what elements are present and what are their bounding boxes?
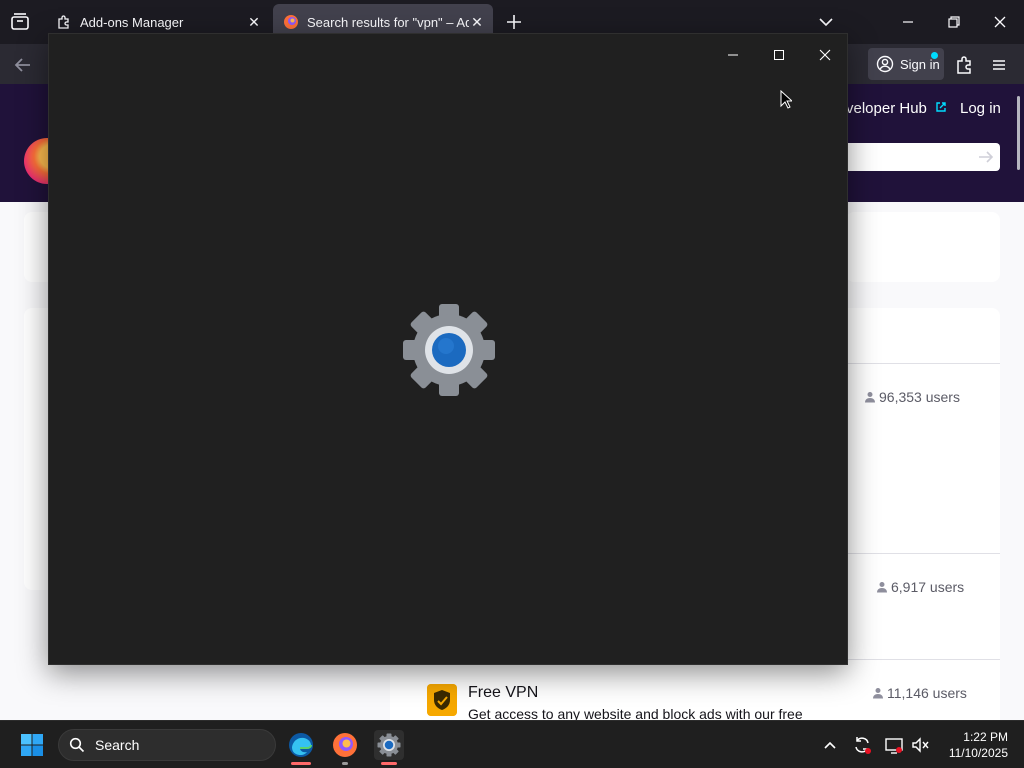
- close-icon[interactable]: [810, 40, 840, 70]
- account-icon: [876, 55, 894, 73]
- settings-app-window[interactable]: [48, 33, 848, 665]
- minimize-icon[interactable]: [896, 10, 920, 34]
- windows-taskbar: Search 1:22 PM 11/10/2025: [0, 720, 1024, 768]
- user-icon: [877, 582, 887, 593]
- taskbar-firefox[interactable]: [330, 730, 360, 765]
- clock-time: 1:22 PM: [963, 730, 1008, 744]
- developer-hub-link[interactable]: veloper Hub: [846, 100, 947, 117]
- user-icon: [873, 688, 883, 699]
- settings-gear-icon: [403, 304, 495, 396]
- sync-icon[interactable]: [852, 735, 872, 755]
- settings-gear-icon: [377, 733, 401, 757]
- restore-icon[interactable]: [942, 10, 966, 34]
- result-user-count: 6,917 users: [876, 579, 964, 595]
- firefox-icon: [333, 733, 357, 757]
- taskbar-clock[interactable]: 1:22 PM 11/10/2025: [940, 729, 1008, 761]
- vpn-shield-icon[interactable]: [427, 684, 457, 716]
- extensions-puzzle-icon[interactable]: [954, 54, 976, 76]
- user-icon: [865, 392, 875, 403]
- notification-dot: [931, 52, 938, 59]
- edge-icon: [289, 733, 313, 757]
- results-header-card: [846, 212, 1000, 282]
- page-scrollbar[interactable]: [1017, 96, 1020, 170]
- mouse-cursor-icon: [780, 90, 792, 109]
- app-indicator: [342, 762, 348, 765]
- search-label: Search: [95, 737, 140, 753]
- result-user-count: 96,353 users: [864, 389, 960, 405]
- back-arrow-icon[interactable]: [12, 54, 34, 76]
- chevron-up-icon[interactable]: [820, 735, 840, 755]
- result-title-link[interactable]: Free VPN: [468, 684, 538, 702]
- chevron-down-icon[interactable]: [816, 12, 836, 32]
- close-window-icon[interactable]: [988, 10, 1012, 34]
- close-tab-icon[interactable]: ✕: [246, 14, 262, 30]
- result-user-count: 11,146 users: [872, 685, 967, 701]
- puzzle-icon: [58, 15, 69, 29]
- taskbar-settings[interactable]: [374, 730, 404, 765]
- external-link-icon: [936, 102, 946, 112]
- arrow-right-icon[interactable]: [976, 147, 996, 167]
- maximize-icon[interactable]: [764, 40, 794, 70]
- hamburger-menu-icon[interactable]: [988, 54, 1010, 76]
- new-tab-plus-icon[interactable]: [504, 12, 524, 32]
- search-icon: [69, 737, 85, 753]
- tab-label: Search results for "vpn" – Add-ons: [307, 14, 469, 30]
- network-volume-icon[interactable]: [910, 735, 930, 755]
- close-tab-icon[interactable]: ✕: [469, 14, 485, 30]
- minimize-icon[interactable]: [718, 40, 748, 70]
- developer-hub-label: veloper Hub: [846, 100, 927, 117]
- taskbar-edge[interactable]: [286, 730, 316, 765]
- clock-date: 11/10/2025: [948, 746, 1008, 760]
- taskbar-search-box[interactable]: Search: [58, 729, 276, 761]
- display-icon[interactable]: [884, 735, 904, 755]
- app-indicator: [381, 762, 397, 765]
- tab-label: Add-ons Manager: [80, 14, 184, 30]
- firefox-icon: [284, 15, 298, 29]
- windows-start-icon[interactable]: [20, 733, 44, 757]
- app-indicator: [291, 762, 311, 765]
- log-in-link[interactable]: Log in: [960, 100, 1001, 117]
- tab-list-icon[interactable]: [8, 10, 32, 34]
